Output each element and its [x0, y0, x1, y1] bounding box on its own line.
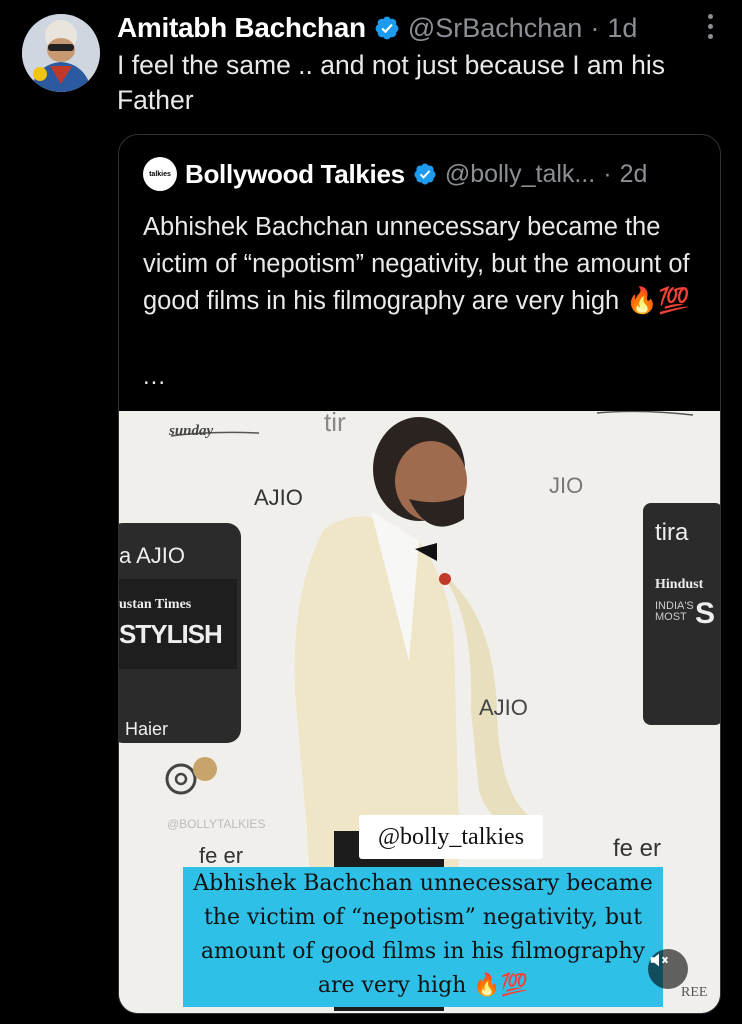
- quoted-avatar-logo: talkies: [149, 170, 171, 178]
- haier-logo: Haier: [125, 719, 169, 739]
- video-watermark: @bolly_talkies: [359, 815, 543, 859]
- tweet-timestamp[interactable]: 1d: [607, 13, 637, 44]
- fever-logo: fe er: [613, 835, 662, 862]
- verified-badge-icon: [375, 16, 399, 40]
- tira-logo: tira: [655, 519, 689, 546]
- tira-logo: tir: [324, 411, 346, 437]
- tweet-header: Amitabh Bachchan @SrBachchan · 1d: [117, 10, 702, 46]
- video-player[interactable]: sunday tir AJIO JIO a AJIO AJIO ustan Ti…: [119, 411, 720, 1013]
- quoted-tweet-header: talkies Bollywood Talkies @bolly_talk...…: [143, 157, 647, 191]
- quoted-tweet-ellipsis: ...: [143, 363, 167, 390]
- quoted-tweet-card[interactable]: talkies Bollywood Talkies @bolly_talk...…: [118, 134, 721, 1014]
- quoted-author-handle[interactable]: @bolly_talk...: [445, 160, 595, 189]
- separator-dot: ·: [603, 159, 612, 188]
- quoted-tweet-text: Abhishek Bachchan unnecessary became the…: [143, 213, 690, 315]
- ree-label: REE: [681, 985, 708, 1000]
- fever-logo: fe er: [199, 843, 244, 868]
- hindustan-times-logo: ustan Times: [119, 597, 192, 612]
- author-avatar[interactable]: [22, 14, 100, 92]
- ajio-logo: JIO: [549, 473, 584, 498]
- hindustan-times-logo: Hindust: [655, 577, 704, 592]
- tweet-text: I feel the same .. and not just because …: [117, 50, 665, 115]
- verified-badge-icon: [414, 163, 436, 185]
- quoted-tweet-timestamp[interactable]: 2d: [620, 160, 648, 189]
- separator-dot: ·: [590, 12, 600, 43]
- indias-most-logo: INDIA'S MOST: [655, 600, 694, 623]
- sunday-logo: sunday: [169, 423, 214, 439]
- more-options-icon[interactable]: [706, 14, 714, 44]
- author-name[interactable]: Amitabh Bachchan: [117, 12, 366, 44]
- mute-icon[interactable]: [648, 949, 688, 989]
- bollytalkies-watermark: @BOLLYTALKIES: [167, 817, 266, 831]
- author-handle[interactable]: @SrBachchan: [408, 13, 583, 44]
- video-caption: Abhishek Bachchan unnecessary became the…: [183, 867, 663, 1007]
- ajio-logo: AJIO: [254, 485, 303, 510]
- quoted-author-avatar[interactable]: talkies: [143, 157, 177, 191]
- ajio-logo: a AJIO: [119, 543, 186, 568]
- quoted-author-name[interactable]: Bollywood Talkies: [185, 159, 405, 190]
- stylish-logo: STYLISH: [119, 619, 223, 649]
- ajio-logo: AJIO: [479, 695, 528, 720]
- stylish-logo: S: [695, 597, 716, 630]
